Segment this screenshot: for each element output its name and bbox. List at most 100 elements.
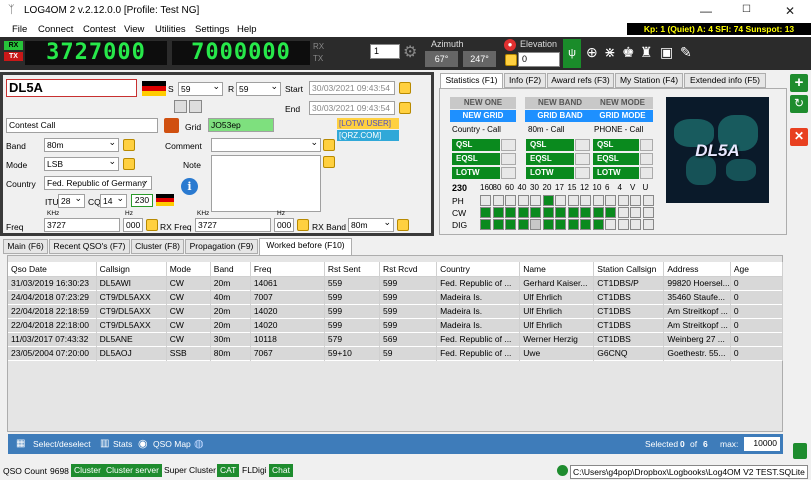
chat-status[interactable]: Chat (269, 464, 293, 477)
band-select[interactable]: 80m (44, 138, 119, 152)
stats-button[interactable]: Stats (113, 439, 132, 449)
column-header[interactable]: Rst Rcvd (379, 262, 438, 277)
tab-cluster[interactable]: Cluster (F8) (131, 239, 184, 254)
cluster-status[interactable]: Cluster (71, 464, 104, 477)
super-cluster-status[interactable]: Super Cluster (161, 464, 219, 477)
rx-band-lock-icon[interactable] (397, 219, 409, 231)
tab-recent-qsos[interactable]: Recent QSO's (F7) (49, 239, 130, 254)
column-header[interactable]: Address (663, 262, 731, 277)
info-icon[interactable]: i (181, 178, 198, 195)
vfo-selector[interactable]: 1 (370, 44, 400, 59)
column-header[interactable]: Station Callsign (593, 262, 665, 277)
band-lock-icon[interactable] (123, 139, 135, 151)
column-header[interactable]: Rst Sent (324, 262, 381, 277)
rx-freq-lock-icon[interactable] (297, 219, 309, 231)
pen-icon[interactable]: ✎ (680, 44, 692, 61)
grid-input[interactable]: JO53ep (208, 118, 274, 132)
max-input[interactable]: 10000 (744, 437, 780, 451)
tab-statistics[interactable]: Statistics (F1) (440, 73, 503, 88)
refresh-icon[interactable]: ↻ (790, 95, 808, 113)
tab-propagation[interactable]: Propagation (F9) (185, 239, 258, 254)
tab-award-refs[interactable]: Award refs (F3) (547, 73, 614, 88)
table-row[interactable]: 23/05/2004 07:20:00 DL5AOJ SSB 80m 7067 59+10… (8, 346, 784, 360)
menu-help[interactable]: Help (237, 24, 257, 35)
erase-icon[interactable] (164, 118, 179, 133)
award-icon[interactable]: ♜ (640, 44, 653, 61)
clear-icon[interactable]: ✕ (790, 128, 808, 146)
qso-map-button[interactable]: QSO Map (153, 439, 191, 449)
rx-freq-hz-input[interactable]: 000 (274, 218, 294, 232)
contest-call-input[interactable]: Contest Call (6, 118, 158, 133)
tab-extended-info[interactable]: Extended info (F5) (684, 73, 766, 88)
cq-select[interactable]: 14 (100, 194, 127, 208)
column-header[interactable]: Name (519, 262, 595, 277)
note-textarea[interactable] (211, 155, 321, 212)
globe-link-icon[interactable]: ◍ (194, 437, 204, 450)
lotw-user-link[interactable]: [LOTW USER] (337, 118, 399, 129)
qrz-link[interactable]: [QRZ.COM] (337, 130, 399, 141)
table-row[interactable]: 31/03/2019 16:30:23 DL5AWI CW 20m 14061 559 59… (8, 276, 784, 290)
close-icon[interactable]: ✕ (785, 4, 795, 18)
minimize-icon[interactable]: — (700, 4, 712, 18)
rcvd-check[interactable] (189, 100, 202, 113)
column-header[interactable]: Age (730, 262, 784, 277)
rst-sent-select[interactable]: 59 (178, 82, 223, 96)
table-row[interactable]: 11/03/2017 07:43:32 DL5ANE CW 30m 10118 579 56… (8, 332, 784, 346)
menu-connect[interactable]: Connect (38, 24, 73, 35)
chess-king-icon[interactable]: ♚ (622, 44, 635, 61)
sent-check[interactable] (174, 100, 187, 113)
antenna-icon[interactable]: ψ (563, 39, 581, 68)
lock-icon[interactable] (505, 54, 517, 66)
freq-lock-icon[interactable] (146, 219, 158, 231)
menu-settings[interactable]: Settings (195, 24, 229, 35)
select-deselect-button[interactable]: Select/deselect (33, 439, 91, 449)
radio-icon[interactable]: ▣ (660, 44, 673, 61)
callsign-input[interactable]: DL5A (6, 79, 137, 97)
cluster-server-status[interactable]: Cluster server (103, 464, 162, 477)
tab-info[interactable]: Info (F2) (504, 73, 546, 88)
table-row[interactable]: 22/04/2018 22:18:00 CT9/DL5AXX CW 20m 14020 5… (8, 318, 784, 332)
gear-icon[interactable]: ⚙ (403, 42, 417, 62)
maximize-icon[interactable]: ☐ (742, 4, 751, 15)
column-header[interactable]: Freq (250, 262, 325, 277)
export-icon[interactable] (793, 443, 807, 459)
cat-status[interactable]: CAT (217, 464, 240, 477)
note-lock-icon[interactable] (323, 156, 335, 168)
mode-select[interactable]: LSB (44, 157, 119, 171)
tab-main[interactable]: Main (F6) (3, 239, 48, 254)
menu-contest[interactable]: Contest (83, 24, 116, 35)
network-icon[interactable]: ⋇ (604, 44, 616, 61)
table-row[interactable]: 24/04/2018 07:23:29 CT9/DL5AXX CW 40m 7007 59… (8, 290, 784, 304)
menu-view[interactable]: View (124, 24, 144, 35)
fldigi-status[interactable]: FLDigi (239, 464, 270, 477)
rx-band-select[interactable]: 80m (348, 218, 394, 232)
country-select[interactable]: Fed. Republic of Germany (44, 176, 152, 190)
add-qso-icon[interactable]: + (790, 74, 808, 92)
comment-select[interactable] (211, 138, 321, 152)
itu-select[interactable]: 28 (58, 194, 85, 208)
rotator-stop-icon[interactable]: ● (504, 39, 516, 51)
freq-hz-input[interactable]: 000 (123, 218, 143, 232)
start-input[interactable]: 30/03/2021 09:43:54 (309, 81, 395, 95)
column-header[interactable]: Country (436, 262, 521, 277)
end-input[interactable]: 30/03/2021 09:43:54 (309, 101, 395, 115)
column-header[interactable]: Callsign (96, 262, 167, 277)
start-lock-icon[interactable] (399, 82, 411, 94)
tab-worked-before[interactable]: Worked before (F10) (259, 238, 352, 255)
column-header[interactable]: Qso Date (8, 262, 97, 277)
end-lock-icon[interactable] (399, 102, 411, 114)
column-header[interactable]: Mode (166, 262, 211, 277)
globe-icon[interactable]: ⊕ (586, 44, 598, 61)
comment-lock-icon[interactable] (323, 139, 335, 151)
menu-file[interactable]: File (12, 24, 27, 35)
elevation-input[interactable]: 0 (518, 52, 560, 67)
tab-my-station[interactable]: My Station (F4) (615, 73, 683, 88)
column-header[interactable]: Band (210, 262, 251, 277)
database-path[interactable]: C:\Users\g4pop\Dropbox\Logbooks\Log4OM V… (570, 465, 808, 479)
mode-lock-icon[interactable] (123, 158, 135, 170)
freq-khz-input[interactable]: 3727 (44, 218, 120, 232)
rst-rcvd-select[interactable]: 59 (236, 82, 281, 96)
table-row[interactable]: 22/04/2018 22:18:59 CT9/DL5AXX CW 20m 14020 5… (8, 304, 784, 318)
rx-freq-khz-input[interactable]: 3727 (195, 218, 271, 232)
menu-utilities[interactable]: Utilities (155, 24, 186, 35)
